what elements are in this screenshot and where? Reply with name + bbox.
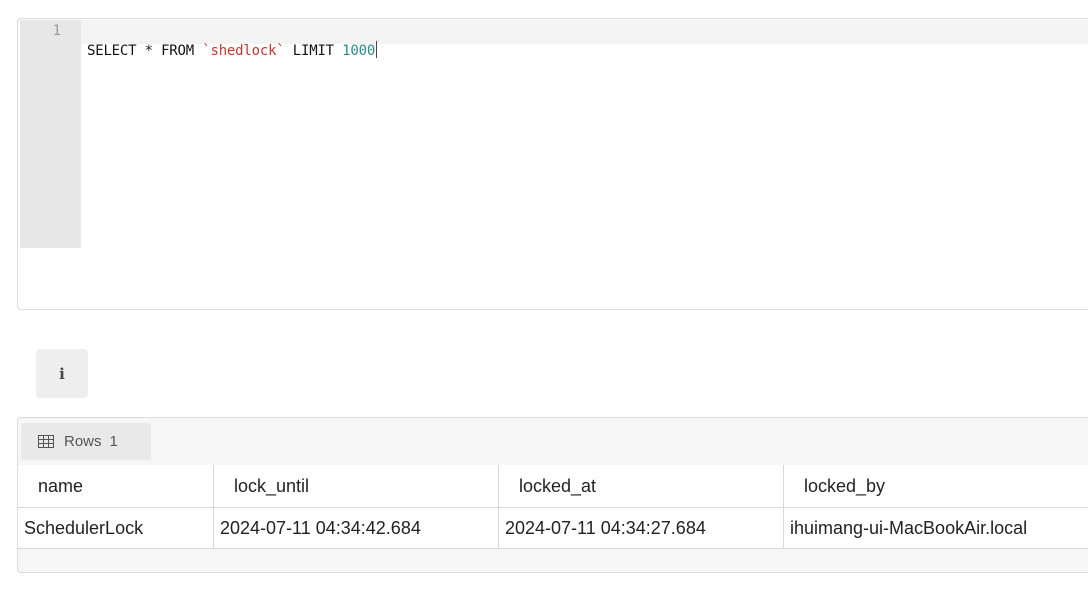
results-table: name lock_until locked_at locked_by Sche… (18, 465, 1088, 549)
line-number-gutter: 1 (20, 20, 81, 248)
sql-editor-panel (17, 18, 1088, 310)
keyword-select: SELECT (87, 43, 137, 59)
table-row[interactable]: SchedulerLock 2024-07-11 04:34:42.684 20… (18, 507, 1088, 549)
results-panel: Rows 1 name lock_until locked_at locked_… (17, 417, 1088, 573)
cell-locked-at[interactable]: 2024-07-11 04:34:27.684 (498, 507, 784, 549)
select-star: * (144, 43, 153, 59)
cell-locked-by[interactable]: ihuimang-ui-MacBookAir.local (783, 507, 1088, 549)
table-header-row: name lock_until locked_at locked_by (18, 465, 1088, 508)
keyword-from: FROM (161, 43, 194, 59)
text-cursor (376, 41, 378, 58)
rows-label: Rows (64, 433, 102, 450)
column-header-locked-at[interactable]: locked_at (498, 465, 784, 508)
line-number: 1 (52, 23, 61, 39)
table-identifier: `shedlock` (202, 43, 285, 59)
info-button[interactable]: i (36, 349, 88, 398)
limit-value: 1000 (342, 43, 376, 59)
column-header-name[interactable]: name (18, 465, 214, 508)
cell-lock-until[interactable]: 2024-07-11 04:34:42.684 (213, 507, 499, 549)
info-icon: i (59, 364, 65, 383)
keyword-limit: LIMIT (292, 43, 334, 59)
column-header-lock-until[interactable]: lock_until (213, 465, 499, 508)
sql-query-text[interactable]: SELECT * FROM `shedlock` LIMIT 1000 (87, 41, 378, 59)
table-grid-icon (38, 435, 54, 448)
rows-count: 1 (109, 433, 118, 450)
column-header-locked-by[interactable]: locked_by (783, 465, 1088, 508)
cell-name[interactable]: SchedulerLock (18, 507, 214, 549)
rows-count-badge: Rows 1 (21, 423, 151, 460)
